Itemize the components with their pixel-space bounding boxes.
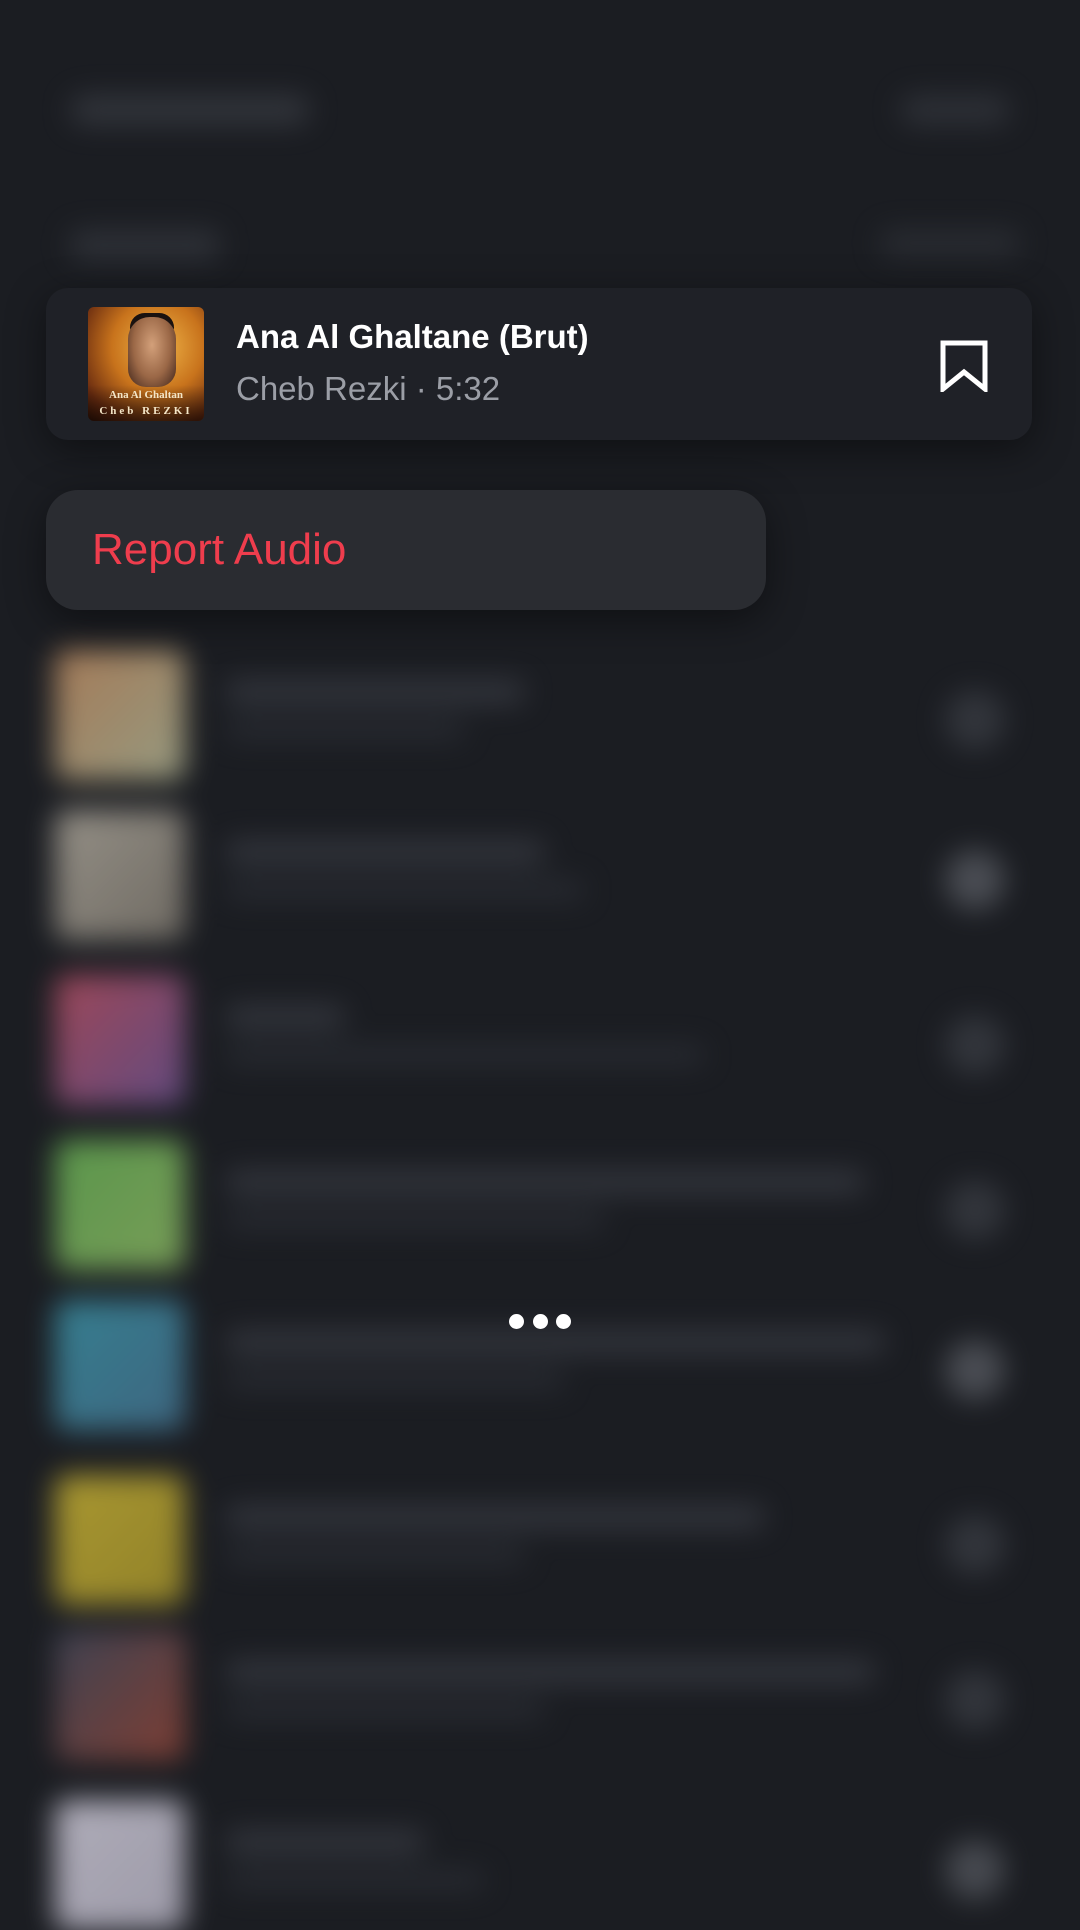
bg-header-placeholder: [70, 95, 310, 125]
song-preview-card[interactable]: Ana Al Ghaltan Cheb REZKI Ana Al Ghaltan…: [46, 288, 1032, 440]
bg-section-heading-placeholder: [70, 230, 220, 260]
bg-header-button-placeholder: [900, 95, 1010, 125]
cover-title-text: Ana Al Ghaltan: [109, 389, 183, 401]
bookmark-icon[interactable]: [940, 340, 988, 395]
report-audio-button[interactable]: Report Audio: [92, 490, 346, 610]
bg-list-item: [55, 975, 1025, 1105]
song-title: Ana Al Ghaltane (Brut): [236, 318, 589, 355]
bg-list-item: [55, 1475, 1025, 1605]
song-duration: 5:32: [435, 370, 501, 407]
song-artist: Cheb Rezki: [236, 370, 407, 407]
meta-separator: ·: [406, 370, 436, 407]
bg-list-item: [55, 1630, 1025, 1760]
song-meta: Cheb Rezki · 5:32: [236, 370, 500, 408]
bg-list-item: [55, 1800, 1025, 1930]
album-cover: Ana Al Ghaltan Cheb REZKI: [88, 307, 204, 421]
bg-see-all-placeholder: [880, 230, 1020, 256]
context-menu: Report Audio: [46, 490, 766, 610]
cover-artist-text: Cheb REZKI: [99, 405, 193, 417]
loading-dots-icon: [509, 1312, 571, 1330]
bg-list-item: [55, 650, 1025, 780]
bg-list-item: [55, 810, 1025, 940]
bg-list-item: [55, 1140, 1025, 1270]
